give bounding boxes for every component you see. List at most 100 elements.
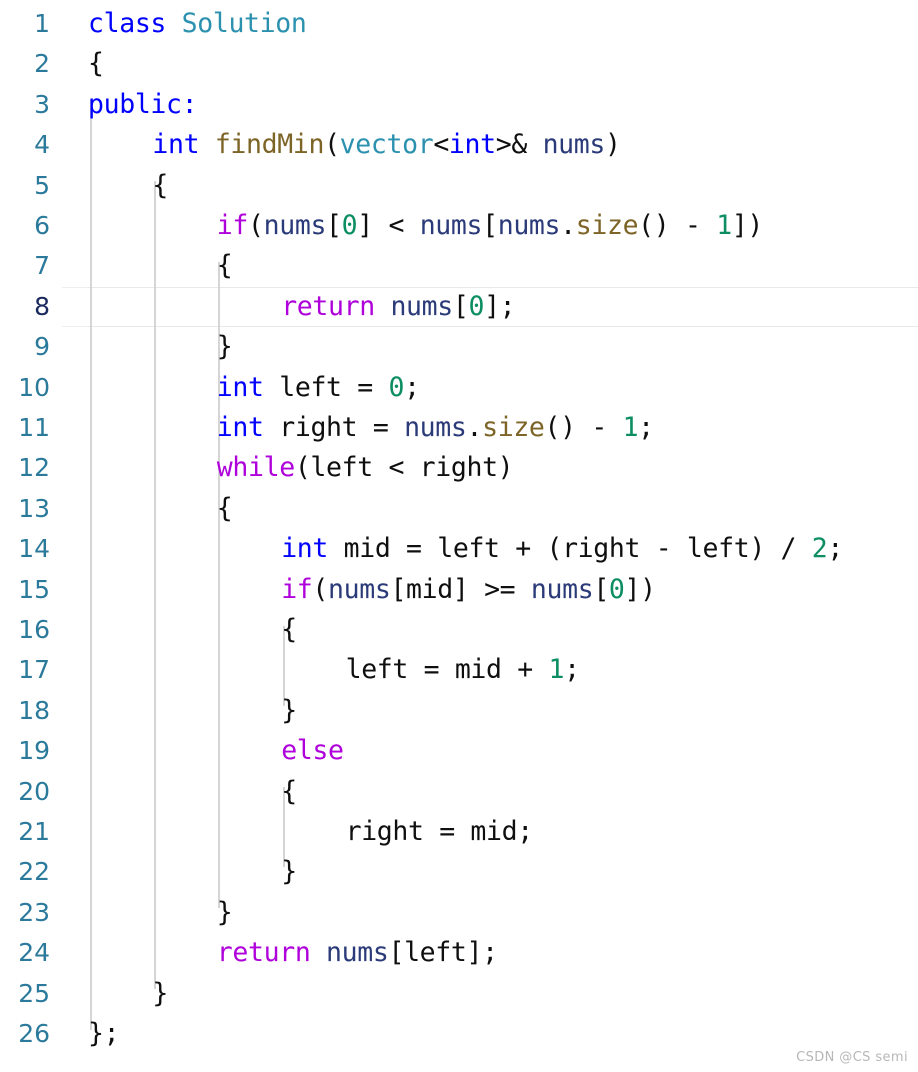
code-token-plain: ; <box>827 533 843 565</box>
code-token-num: 0 <box>341 210 358 241</box>
code-token-param: nums <box>542 129 606 161</box>
code-token-plain: { <box>281 614 297 645</box>
code-token-param: nums <box>404 412 467 443</box>
code-line[interactable]: { <box>152 166 168 206</box>
code-token-param: nums <box>390 290 453 322</box>
code-line[interactable]: int mid = left + (right - left) / 2; <box>281 529 843 569</box>
code-token-ctrl: else <box>281 735 344 767</box>
code-token-plain: [ <box>452 290 469 322</box>
code-line[interactable]: return nums[0]; <box>281 287 515 327</box>
code-token-plain: . <box>466 412 483 443</box>
code-token-param: nums <box>326 937 389 969</box>
code-line[interactable]: { <box>281 772 297 812</box>
code-line[interactable]: } <box>217 893 233 933</box>
code-token-ctrl: if <box>281 573 313 605</box>
code-token-plain: () - <box>544 412 623 443</box>
code-token-plain: [left]; <box>388 937 498 969</box>
code-token-num: 0 <box>388 371 405 403</box>
code-token-plain: [ <box>482 210 498 241</box>
code-token-fn: findMin <box>214 129 325 161</box>
code-token-plain: }; <box>88 1018 120 1049</box>
code-line[interactable]: int right = nums.size() - 1; <box>217 408 654 448</box>
code-line[interactable]: return nums[left]; <box>217 933 498 973</box>
code-line[interactable]: right = mid; <box>345 812 534 852</box>
code-token-kw: int <box>216 371 264 403</box>
code-token-plain: () - <box>638 210 717 241</box>
code-token-num: 1 <box>548 654 565 686</box>
code-line[interactable]: if(nums[0] < nums[nums.size() - 1]) <box>216 206 764 246</box>
code-token-plain: ( <box>248 210 264 241</box>
code-token-num: 0 <box>608 573 625 605</box>
code-line[interactable]: { <box>281 610 297 650</box>
code-token-plain: } <box>216 896 233 928</box>
code-token-ctrl: while <box>216 452 295 484</box>
code-line[interactable]: { <box>217 246 233 286</box>
code-token-plain: ; <box>404 371 420 403</box>
code-line[interactable]: { <box>88 44 104 84</box>
code-line[interactable]: int left = 0; <box>217 368 420 408</box>
code-token-plain: ]) <box>624 573 657 605</box>
code-content[interactable]: class Solution{public: int findMin(vector… <box>0 0 918 1072</box>
code-token-ctrl: return <box>281 290 375 322</box>
code-token-kw: class <box>88 8 182 39</box>
code-token-plain: left = <box>263 371 389 403</box>
code-token-plain: } <box>281 856 297 888</box>
code-line[interactable]: public: <box>88 85 198 125</box>
code-token-param: nums <box>530 573 594 605</box>
code-token-plain: ; <box>638 412 654 443</box>
code-token-plain: { <box>88 48 104 80</box>
code-token-fn: size <box>575 210 639 241</box>
code-token-plain: ( <box>324 129 340 161</box>
code-token-plain: { <box>216 250 233 282</box>
code-line[interactable]: while(left < right) <box>217 448 514 488</box>
code-line[interactable]: } <box>281 691 297 731</box>
code-token-plain: } <box>152 977 168 1009</box>
code-token-kw: int <box>281 533 329 565</box>
code-token-num: 1 <box>622 412 639 443</box>
code-token-plain: { <box>152 169 168 201</box>
code-line[interactable]: } <box>217 327 233 367</box>
code-token-param: nums <box>328 573 391 605</box>
code-token-kw: int <box>152 129 200 161</box>
code-token-plain: right = <box>263 412 405 443</box>
code-token-plain: right = mid; <box>345 816 534 847</box>
code-line[interactable]: class Solution <box>88 4 307 44</box>
code-token-plain: ; <box>564 654 580 686</box>
code-line[interactable]: int findMin(vector<int>& nums) <box>152 125 621 165</box>
code-token-kw: public: <box>88 88 198 120</box>
code-token-plain: >& <box>495 129 543 161</box>
code-token-plain: [ <box>593 573 609 605</box>
code-token-param: nums <box>419 210 483 241</box>
code-token-kw: int <box>448 129 496 161</box>
code-token-plain: (left < right) <box>294 452 514 484</box>
code-line[interactable]: left = mid + 1; <box>346 650 580 690</box>
code-token-param: nums <box>497 210 561 241</box>
code-token-plain: ]; <box>484 290 516 322</box>
code-line[interactable]: }; <box>88 1014 120 1054</box>
code-token-num: 2 <box>811 533 828 565</box>
code-token-plain: } <box>216 331 233 363</box>
watermark-label: CSDN @CS semi <box>796 1050 908 1065</box>
code-token-ctrl: if <box>216 210 249 241</box>
code-line[interactable]: else <box>281 731 344 771</box>
code-token-type: Solution <box>181 8 307 39</box>
code-token-type: vector <box>339 129 434 161</box>
code-token-plain: { <box>216 492 233 524</box>
code-token-plain: [mid] >= <box>390 573 531 605</box>
code-token-num: 0 <box>468 290 485 322</box>
code-token-ctrl: return <box>216 937 311 969</box>
code-token-plain: { <box>281 775 297 807</box>
code-token-plain: mid = left + (right - left) / <box>328 533 812 565</box>
code-token-plain: ]) <box>731 210 764 241</box>
code-line[interactable]: } <box>152 974 168 1014</box>
code-token-plain: ] < <box>357 210 420 241</box>
code-line[interactable]: { <box>217 489 233 529</box>
code-token-plain: left = mid + <box>345 654 549 686</box>
code-line[interactable]: if(nums[mid] >= nums[0]) <box>281 570 656 610</box>
code-token-plain: ( <box>312 573 329 605</box>
code-token-kw: int <box>216 412 264 443</box>
code-editor[interactable]: 1 2 3 4 5 6 7 8 9 10 11 12 13 14 15 16 17 18 19 20 21 22 23 24 2… <box>0 0 918 1072</box>
code-line[interactable]: } <box>281 852 297 892</box>
